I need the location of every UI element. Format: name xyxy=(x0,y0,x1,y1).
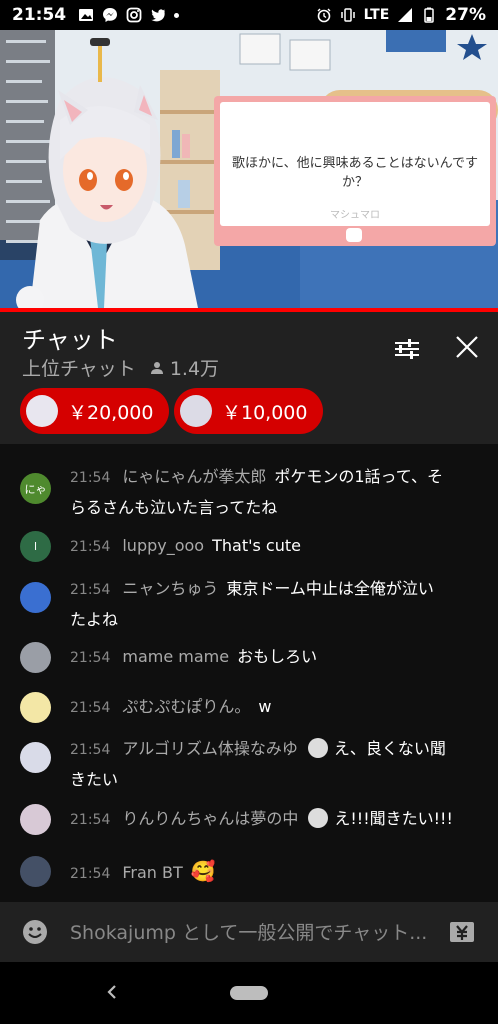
message-time: 21:54 xyxy=(70,582,111,598)
superchat-amount: ￥20,000 xyxy=(68,401,154,424)
message-text: That's cute xyxy=(212,536,301,555)
avatar xyxy=(20,692,51,723)
message-time: 21:54 xyxy=(70,866,111,882)
message-body: 21:54 アルゴリズム体操なみゆ え、良くない聞 きたい xyxy=(70,734,478,795)
message-time: 21:54 xyxy=(70,700,111,716)
chat-mode-selector[interactable]: 上位チャット 1.4万 xyxy=(22,354,219,381)
superchat-chip[interactable]: ￥20,000 xyxy=(20,388,170,434)
question-text: 歌ほかに、他に興味あることはないんですか？ xyxy=(232,156,478,190)
marshmallow-question-card: 歌ほかに、他に興味あることはないんですか？ マシュマロ xyxy=(214,96,496,246)
messenger-icon xyxy=(103,8,118,22)
system-icons: LTE 27% xyxy=(316,5,486,25)
status-bar: 21:54 LTE 27% xyxy=(0,0,498,30)
chat-mode-label[interactable]: 上位チャット xyxy=(22,354,136,381)
avatar-initial: にゃ xyxy=(24,482,47,496)
message-author[interactable]: luppy_ooo xyxy=(122,536,204,555)
message-text: ポケモンの1話って、そ xyxy=(274,467,443,486)
avatar xyxy=(26,395,58,427)
avatar: l xyxy=(20,531,51,562)
avatar xyxy=(20,642,51,673)
signal-icon xyxy=(398,8,413,22)
chat-header: チャット 上位チャット 1.4万 ￥20,000 ￥10,000 xyxy=(0,312,498,444)
superchat-chip[interactable]: ￥10,000 xyxy=(174,388,324,434)
superchat-amount: ￥10,000 xyxy=(222,401,308,424)
message-author[interactable]: ニャンちゅう xyxy=(122,579,218,598)
card-label: マシュマロ xyxy=(330,210,380,221)
message-author[interactable]: にゃにゃんが拳太郎 xyxy=(122,467,266,486)
message-text-continued: きたい xyxy=(70,770,119,789)
message-body: 21:54 ぷむぷむぽりん。 w xyxy=(70,692,478,723)
message-text-continued: たよね xyxy=(70,610,119,629)
message-text: おもしろい xyxy=(237,647,318,666)
message-text-continued: らるさんも泣いた言ってたね xyxy=(70,498,278,517)
message-time: 21:54 xyxy=(70,742,111,758)
message-time: 21:54 xyxy=(70,812,111,828)
marshmallow-logo xyxy=(346,228,362,242)
message-body: 21:54 luppy_ooo That's cute xyxy=(70,531,478,562)
message-body: 21:54 にゃにゃんが拳太郎 ポケモンの1話って、そ らるさんも泣いた言ってたね xyxy=(70,462,478,523)
avatar xyxy=(20,582,51,613)
message-time: 21:54 xyxy=(70,470,111,486)
network-type: LTE xyxy=(363,7,390,23)
vibrate-icon xyxy=(340,8,355,22)
chat-input-bar: Shokajump として一般公開でチャット... xyxy=(0,902,498,962)
viewer-count: 1.4万 xyxy=(150,354,219,381)
filter-icon[interactable] xyxy=(392,334,422,364)
notification-icons xyxy=(78,7,180,23)
question-card-body: 歌ほかに、他に興味あることはないんですか？ マシュマロ xyxy=(220,102,490,226)
message-body: 21:54 ニャンちゅう 東京ドーム中止は全俺が泣い たよね xyxy=(70,574,478,635)
gallery-icon xyxy=(79,9,94,21)
message-time: 21:54 xyxy=(70,650,111,666)
message-text: え!!!聞きたい!!! xyxy=(334,809,453,828)
chat-input[interactable]: Shokajump として一般公開でチャット... xyxy=(70,918,442,945)
avatar: にゃ xyxy=(20,473,51,504)
alarm-icon xyxy=(317,8,331,23)
avatar-initial: l xyxy=(33,540,38,553)
message-author[interactable]: ぷむぷむぽりん。 xyxy=(122,697,250,716)
avatar xyxy=(20,856,51,887)
message-author[interactable]: mame mame xyxy=(122,647,229,666)
person-icon xyxy=(150,361,163,374)
message-time: 21:54 xyxy=(70,539,111,555)
notification-dot xyxy=(174,12,180,18)
message-text: w xyxy=(258,697,272,716)
avatar xyxy=(20,804,51,835)
back-icon[interactable] xyxy=(102,980,120,1004)
message-text: 🥰 xyxy=(190,859,216,883)
message-author[interactable]: アルゴリズム体操なみゆ xyxy=(122,739,298,758)
message-body: 21:54 りんりんちゃんは夢の中 え!!!聞きたい!!! xyxy=(70,804,478,835)
message-text: え、良くない聞 xyxy=(333,739,446,758)
status-time: 21:54 xyxy=(12,5,67,25)
home-icon[interactable] xyxy=(230,986,268,1000)
member-emoji-icon xyxy=(308,808,329,828)
chat-message-list[interactable]: にゃ 21:54 にゃにゃんが拳太郎 ポケモンの1話って、そ らるさんも泣いた言って… xyxy=(0,444,498,902)
twitter-icon xyxy=(151,9,166,22)
avatar xyxy=(180,395,212,427)
message-author[interactable]: Fran BT xyxy=(122,863,182,882)
smile-icon[interactable] xyxy=(22,919,48,945)
superchat-icon[interactable] xyxy=(448,918,476,946)
viewer-count-value: 1.4万 xyxy=(169,358,220,380)
chat-title: チャット xyxy=(22,326,118,354)
battery-icon xyxy=(424,7,435,23)
message-author[interactable]: りんりんちゃんは夢の中 xyxy=(122,809,298,828)
message-body: 21:54 Fran BT 🥰 xyxy=(70,856,478,889)
message-text: 東京ドーム中止は全俺が泣い xyxy=(226,579,434,598)
member-emoji-icon xyxy=(307,738,328,758)
close-icon[interactable] xyxy=(452,332,482,362)
instagram-icon xyxy=(126,7,142,23)
battery-level: 27% xyxy=(445,5,486,25)
video-player[interactable]: 歌ほかに、他に興味あることはないんですか？ マシュマロ xyxy=(0,30,498,308)
message-body: 21:54 mame mame おもしろい xyxy=(70,642,478,673)
system-navigation-bar xyxy=(0,962,498,1024)
avatar xyxy=(20,742,51,773)
